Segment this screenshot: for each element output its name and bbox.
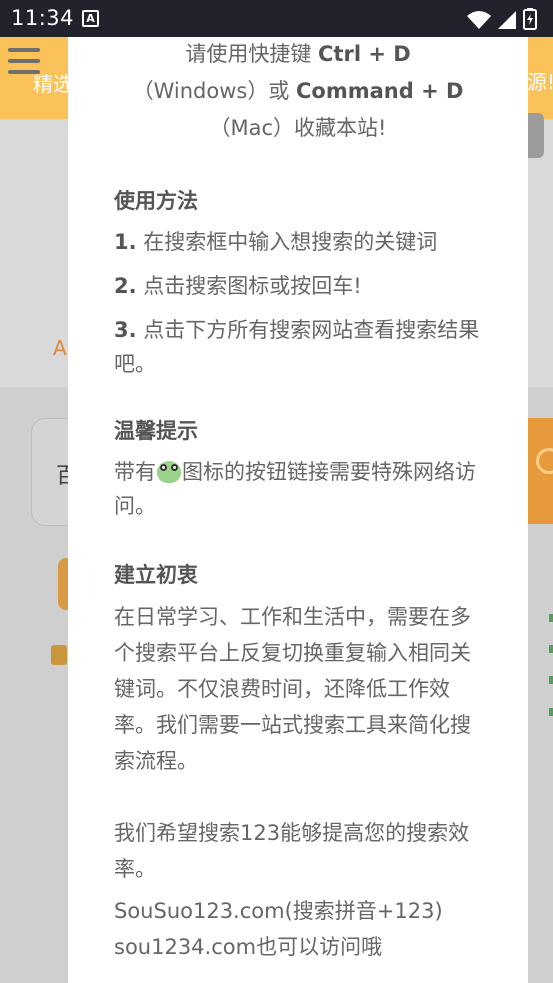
truncated-label: A [53, 336, 67, 360]
usage-step: 1. 在搜索框中输入想搜索的关键词 [114, 225, 482, 259]
tips-text-before: 带有 [114, 460, 156, 484]
usage-step: 3. 点击下方所有搜索网站查看搜索结果吧。 [114, 313, 482, 381]
menu-icon[interactable] [8, 48, 40, 76]
usage-step: 2. 点击搜索图标或按回车! [114, 269, 482, 303]
intro-line3: （Mac）收藏本站! [209, 116, 387, 140]
status-icons [467, 8, 537, 30]
alt-domain-text: sou1234.com也可以访问哦 [114, 935, 383, 959]
step-number: 3. [114, 318, 137, 342]
usage-title: 使用方法 [114, 189, 198, 213]
status-time: 11:34 [11, 6, 75, 30]
frog-icon [157, 461, 181, 483]
notification-icon: A [82, 10, 99, 27]
origin-paragraph: 在日常学习、工作和生活中，需要在多个搜索平台上反复切换重复输入相同关键词。不仅浪… [114, 605, 471, 773]
step-text: 点击搜索图标或按回车! [136, 274, 362, 298]
edge-marker [549, 614, 553, 622]
site-domain-text: SouSuo123.com(搜索拼音+123) [114, 899, 443, 923]
bookmark-instructions: 请使用快捷键 Ctrl + D （Windows）或 Command + D （… [114, 36, 482, 147]
step-number: 2. [114, 274, 137, 298]
edge-marker [549, 708, 553, 716]
battery-icon [523, 8, 537, 30]
shortcut-ctrl-d: Ctrl + D [318, 42, 411, 66]
signal-icon [498, 11, 516, 29]
edge-marker [549, 676, 553, 684]
help-modal: 请使用快捷键 Ctrl + D （Windows）或 Command + D （… [68, 37, 528, 983]
step-number: 1. [114, 230, 137, 254]
scrollbar[interactable] [528, 113, 544, 158]
header-title-right: 源! [527, 70, 553, 94]
intro-line2-prefix: （Windows）或 [132, 79, 296, 103]
shortcut-command-d: Command + D [296, 79, 464, 103]
tips-text: 带有 图标的按钮链接需要特殊网络访问。 [114, 455, 482, 523]
wifi-icon [467, 11, 491, 29]
edge-marker [549, 645, 553, 653]
robot-icon [51, 645, 67, 665]
step-text: 在搜索框中输入想搜索的关键词 [136, 230, 438, 254]
origin-paragraph: 我们希望搜索123能够提高您的搜索效率。 [114, 821, 470, 881]
status-bar: 11:34 A [0, 0, 553, 37]
origin-title: 建立初衷 [114, 563, 198, 587]
tips-title: 温馨提示 [114, 419, 198, 443]
intro-line1-prefix: 请使用快捷键 [185, 42, 319, 66]
step-text: 点击下方所有搜索网站查看搜索结果吧。 [114, 318, 480, 376]
